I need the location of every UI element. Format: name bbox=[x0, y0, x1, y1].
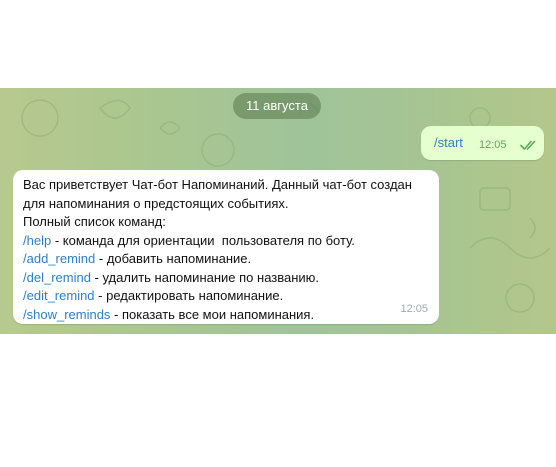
command-link-edit-remind[interactable]: /edit_remind bbox=[23, 288, 95, 303]
command-link-show-reminds[interactable]: /show_reminds bbox=[23, 307, 110, 322]
command-item-edit-remind: /edit_remind - редактировать напоминание… bbox=[23, 287, 433, 306]
incoming-message-bubble[interactable]: Вас приветствует Чат-бот Напоминаний. Да… bbox=[13, 170, 439, 324]
outgoing-message-bubble[interactable]: /start 12:05 bbox=[421, 126, 544, 160]
command-item-show-reminds: /show_reminds - показать все мои напомин… bbox=[23, 306, 433, 325]
double-check-icon bbox=[520, 140, 536, 150]
command-description: - редактировать напоминание. bbox=[94, 288, 284, 303]
command-description: - команда для ориентации пользователя по… bbox=[51, 232, 355, 248]
incoming-message-time: 12:05 bbox=[400, 303, 428, 315]
command-description: - добавить напоминание. bbox=[95, 251, 252, 266]
command-description: - показать все мои напоминания. bbox=[110, 306, 315, 322]
outgoing-message-time: 12:05 bbox=[479, 139, 507, 151]
command-description: - удалить напоминание по названию. bbox=[90, 269, 320, 285]
date-separator: 11 августа bbox=[233, 93, 321, 119]
command-link-del-remind[interactable]: /del_remind bbox=[23, 270, 91, 285]
greeting-line-2: для напоминания о предстоящих событиях. bbox=[23, 195, 289, 211]
chat-background: 11 августа /start 12:05 Вас приветствует… bbox=[0, 88, 556, 334]
command-link-add-remind[interactable]: /add_remind bbox=[23, 251, 95, 266]
command-item-add-remind: /add_remind - добавить напоминание. bbox=[23, 250, 433, 269]
command-list-heading: Полный список команд: bbox=[23, 214, 166, 229]
command-item-help: /help - команда для ориентации пользоват… bbox=[23, 232, 433, 251]
outgoing-message-text: /start bbox=[434, 135, 463, 150]
greeting-line-1: Вас приветствует Чат-бот Напоминаний. Да… bbox=[23, 177, 412, 192]
command-link-help[interactable]: /help bbox=[23, 233, 51, 248]
command-item-del-remind: /del_remind - удалить напоминание по наз… bbox=[23, 269, 433, 288]
incoming-message-text: Вас приветствует Чат-бот Напоминаний. Да… bbox=[23, 176, 433, 324]
